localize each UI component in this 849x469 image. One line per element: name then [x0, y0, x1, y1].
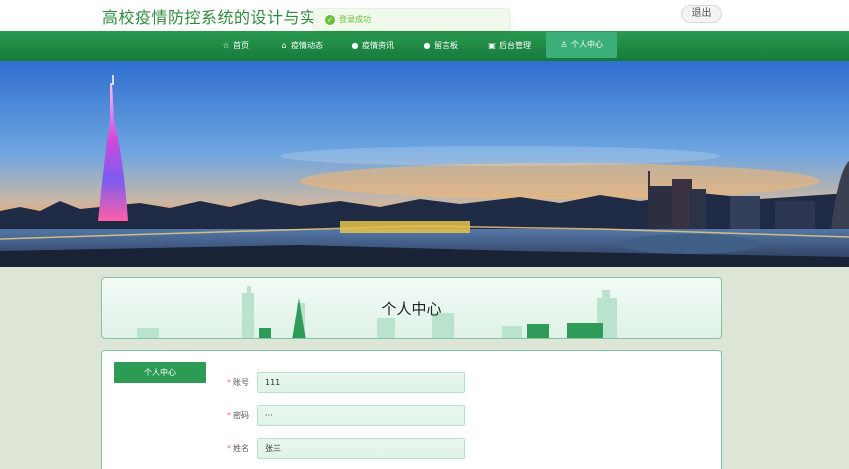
side-menu-personal-center[interactable]: 个人中心: [114, 362, 206, 383]
user-icon: ♙: [560, 40, 568, 49]
nav-item-personal-center[interactable]: ♙ 个人中心: [546, 32, 617, 58]
banner-carousel[interactable]: [0, 61, 849, 267]
login-success-toast: ✓ 登录成功: [313, 8, 510, 31]
nav-item-label: 个人中心: [571, 40, 603, 49]
main-nav: ☆ 首页 ⌂ 疫情动态 ● 疫情资讯 ● 留言板 ▣ 后台管理 ♙ 个人中心: [0, 31, 849, 61]
home-icon: ⌂: [281, 41, 287, 50]
nav-item-message-board[interactable]: ● 留言板: [423, 31, 459, 61]
nav-item-label: 疫情资讯: [362, 41, 394, 50]
star-icon: ☆: [222, 41, 230, 50]
profile-form-card: 个人中心 * 账号 111 * 密码 ··· * 姓名 张三: [101, 350, 722, 469]
account-label: * 账号: [227, 378, 249, 387]
site-title: 高校疫情防控系统的设计与实现: [102, 8, 334, 27]
personal-center-title: 个人中心: [381, 300, 442, 318]
logout-button[interactable]: 退出: [681, 5, 722, 23]
account-input[interactable]: 111: [257, 372, 465, 393]
nav-item-epidemic-info[interactable]: ● 疫情资讯: [351, 31, 395, 61]
name-label: * 姓名: [227, 444, 249, 453]
nav-item-label: 后台管理: [499, 41, 531, 50]
password-input[interactable]: ···: [257, 405, 465, 426]
nav-item-label: 首页: [233, 41, 249, 50]
nav-item-admin[interactable]: ▣ 后台管理: [488, 31, 531, 61]
toast-message: 登录成功: [339, 15, 371, 24]
check-circle-icon: ✓: [325, 15, 335, 25]
box-icon: ▣: [488, 41, 496, 50]
name-input[interactable]: 张三: [257, 438, 465, 459]
password-label: * 密码: [227, 411, 249, 420]
nav-item-label: 疫情动态: [291, 41, 323, 50]
banner-image: [0, 61, 849, 267]
circle-icon: ●: [351, 41, 359, 50]
nav-item-home[interactable]: ☆ 首页: [222, 31, 249, 61]
nav-item-label: 留言板: [434, 41, 458, 50]
nav-item-epidemic-news[interactable]: ⌂ 疫情动态: [280, 31, 323, 61]
personal-center-header: 个人中心: [101, 277, 722, 339]
circle-icon: ●: [423, 41, 431, 50]
